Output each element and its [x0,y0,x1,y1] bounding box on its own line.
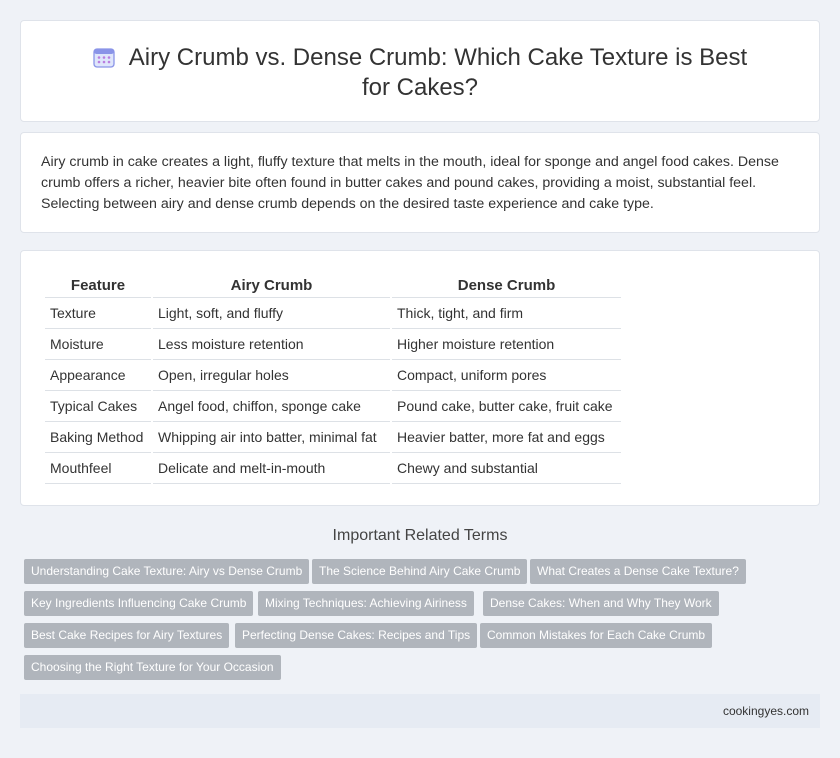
table-cell: Thick, tight, and firm [392,298,621,329]
table-row: Texture Light, soft, and fluffy Thick, t… [45,298,621,329]
table-cell: Typical Cakes [45,391,151,422]
column-header-airy: Airy Crumb [153,274,390,298]
table-row: Baking Method Whipping air into batter, … [45,422,621,453]
table-cell: Higher moisture retention [392,329,621,360]
related-tag[interactable]: What Creates a Dense Cake Texture? [530,559,746,584]
table-cell: Baking Method [45,422,151,453]
comparison-table: Feature Airy Crumb Dense Crumb Texture L… [43,274,623,484]
column-header-dense: Dense Crumb [392,274,621,298]
related-tag[interactable]: Perfecting Dense Cakes: Recipes and Tips [235,623,478,648]
table-cell: Less moisture retention [153,329,390,360]
footer: cookingyes.com [20,694,820,728]
related-tag[interactable]: Dense Cakes: When and Why They Work [483,591,719,616]
table-cell: Chewy and substantial [392,453,621,484]
table-cell: Mouthfeel [45,453,151,484]
related-tag[interactable]: Key Ingredients Influencing Cake Crumb [24,591,254,616]
column-header-feature: Feature [45,274,151,298]
table-cell: Compact, uniform pores [392,360,621,391]
related-tag[interactable]: Mixing Techniques: Achieving Airiness [258,591,474,616]
table-row: Appearance Open, irregular holes Compact… [45,360,621,391]
related-terms-heading: Important Related Terms [332,527,508,544]
related-tag[interactable]: Understanding Cake Texture: Airy vs Dens… [24,559,310,584]
intro-card: Airy crumb in cake creates a light, fluf… [20,132,820,233]
table-cell: Delicate and melt-in-mouth [153,453,390,484]
table-cell: Heavier batter, more fat and eggs [392,422,621,453]
table-row: Moisture Less moisture retention Higher … [45,329,621,360]
related-tag[interactable]: The Science Behind Airy Cake Crumb [312,559,528,584]
table-row: Typical Cakes Angel food, chiffon, spong… [45,391,621,422]
related-tag[interactable]: Best Cake Recipes for Airy Textures [24,623,230,648]
table-cell: Moisture [45,329,151,360]
intro-paragraph: Airy crumb in cake creates a light, fluf… [41,154,779,212]
table-cell: Light, soft, and fluffy [153,298,390,329]
table-cell: Appearance [45,360,151,391]
table-cell: Angel food, chiffon, sponge cake [153,391,390,422]
related-tag[interactable]: Common Mistakes for Each Cake Crumb [480,623,713,648]
footer-site-name: cookingyes.com [722,704,809,718]
table-header-row: Feature Airy Crumb Dense Crumb [45,274,621,298]
table-cell: Pound cake, butter cake, fruit cake [392,391,621,422]
table-cell: Whipping air into batter, minimal fat [153,422,390,453]
comparison-card: Feature Airy Crumb Dense Crumb Texture L… [20,250,820,506]
table-row: Mouthfeel Delicate and melt-in-mouth Che… [45,453,621,484]
table-cell: Open, irregular holes [153,360,390,391]
related-tag[interactable]: Choosing the Right Texture for Your Occa… [24,655,281,680]
calendar-icon [93,48,115,68]
title-card: Airy Crumb vs. Dense Crumb: Which Cake T… [20,20,820,122]
page-title-wrap: Airy Crumb vs. Dense Crumb: Which Cake T… [81,43,759,103]
page-title: Airy Crumb vs. Dense Crumb: Which Cake T… [128,44,748,101]
table-cell: Texture [45,298,151,329]
